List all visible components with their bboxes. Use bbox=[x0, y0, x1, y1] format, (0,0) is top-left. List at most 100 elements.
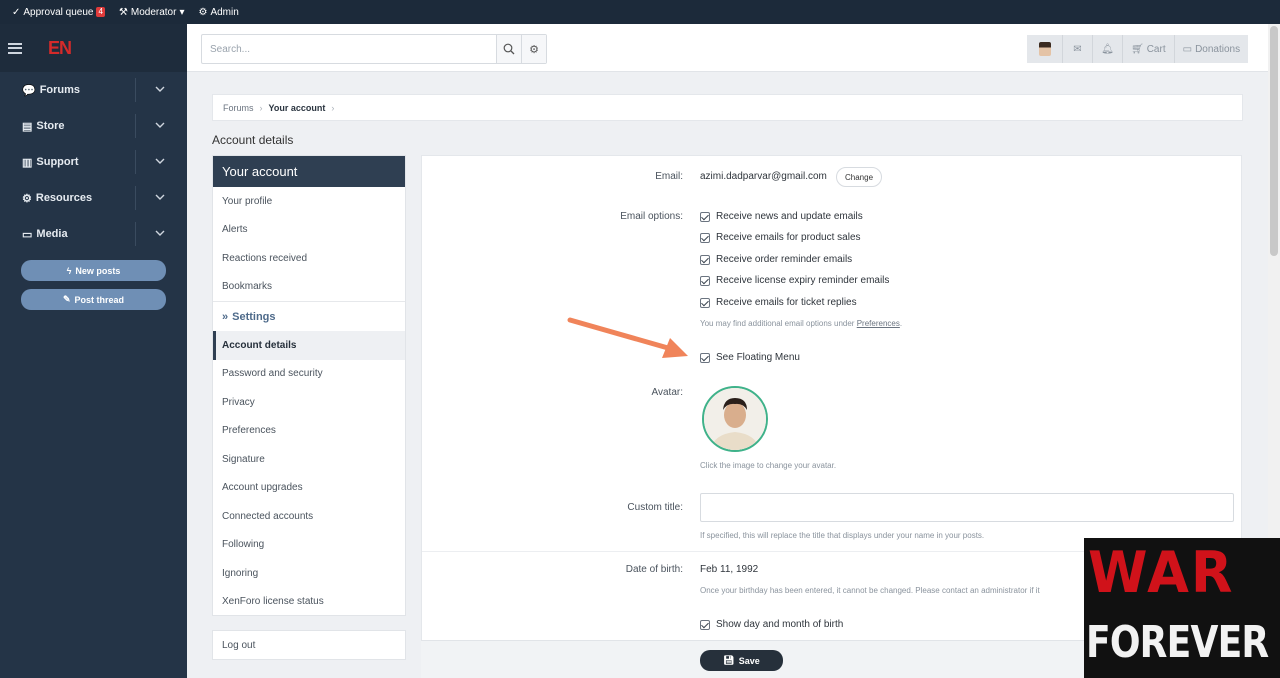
top-header: Search... ⚙ ✉ 🔔︎ 🛒︎ Cart ▭ Donations bbox=[187, 24, 1280, 72]
menu-item-privacy[interactable]: Privacy bbox=[213, 388, 405, 417]
post-thread-button[interactable]: ✎ Post thread bbox=[21, 289, 166, 310]
checkbox-label: Receive emails for product sales bbox=[716, 232, 861, 243]
gear-icon: ⚙ bbox=[529, 43, 539, 56]
search-button[interactable] bbox=[496, 35, 521, 63]
alerts-button[interactable]: 🔔︎ bbox=[1093, 35, 1123, 63]
menu-item-ignoring[interactable]: Ignoring bbox=[213, 559, 405, 588]
chevron-down-icon[interactable] bbox=[155, 228, 165, 238]
watermark-line1: WAR bbox=[1088, 539, 1235, 606]
cart-label: Cart bbox=[1146, 43, 1166, 55]
menu-item-your-profile[interactable]: Your profile bbox=[213, 187, 405, 216]
checkbox-checked-icon bbox=[700, 275, 710, 286]
menu-item-connected-accounts[interactable]: Connected accounts bbox=[213, 502, 405, 531]
bolt-icon: ϟ bbox=[66, 265, 72, 276]
support-icon: ▥ bbox=[22, 156, 33, 169]
cart-button[interactable]: 🛒︎ Cart bbox=[1123, 35, 1175, 63]
admin-label: Admin bbox=[210, 6, 239, 18]
menu-item-bookmarks[interactable]: Bookmarks bbox=[213, 273, 405, 302]
approval-queue-link[interactable]: ✓ Approval queue 4 bbox=[12, 7, 105, 18]
avatar-photo bbox=[704, 388, 766, 450]
new-posts-button[interactable]: ϟ New posts bbox=[21, 260, 166, 281]
checkbox-ticket-replies[interactable]: Receive emails for ticket replies bbox=[700, 297, 857, 308]
checkbox-floating-menu[interactable]: See Floating Menu bbox=[700, 352, 800, 363]
avatar bbox=[1038, 42, 1051, 56]
menu-item-license-status[interactable]: XenForo license status bbox=[213, 588, 405, 617]
chevron-down-icon[interactable] bbox=[155, 156, 165, 166]
gear-icon: ⚙ bbox=[22, 192, 32, 205]
checkbox-license-expiry[interactable]: Receive license expiry reminder emails bbox=[700, 275, 889, 286]
checkbox-label: Receive license expiry reminder emails bbox=[716, 275, 890, 286]
page-title: Account details bbox=[212, 133, 294, 147]
hammer-icon: ⚒ bbox=[118, 6, 128, 18]
checkbox-order-reminder[interactable]: Receive order reminder emails bbox=[700, 254, 852, 265]
menu-item-alerts[interactable]: Alerts bbox=[213, 216, 405, 245]
post-thread-label: Post thread bbox=[74, 294, 125, 305]
checkbox-checked-icon bbox=[700, 297, 710, 308]
change-email-button[interactable]: Change bbox=[836, 167, 883, 187]
credit-card-icon: ▭ bbox=[1182, 43, 1193, 55]
logout-link[interactable]: Log out bbox=[212, 630, 406, 660]
chevron-down-icon[interactable] bbox=[155, 192, 165, 202]
cart-icon: 🛒︎ bbox=[1131, 43, 1144, 55]
scrollbar-thumb[interactable] bbox=[1270, 26, 1278, 256]
menu-item-following[interactable]: Following bbox=[213, 531, 405, 560]
checkbox-show-dob[interactable]: Show day and month of birth bbox=[700, 619, 843, 630]
chevron-down-icon[interactable] bbox=[155, 84, 165, 94]
form-submit-bar: 💾︎ Save bbox=[421, 640, 1084, 678]
checkbox-checked-icon bbox=[700, 619, 710, 630]
hint-suffix: . bbox=[899, 319, 903, 328]
save-icon: 💾︎ bbox=[723, 655, 735, 665]
custom-title-input[interactable] bbox=[700, 493, 1234, 522]
moderator-menu[interactable]: ⚒ Moderator ▾ bbox=[119, 7, 185, 18]
breadcrumb-your-account[interactable]: Your account bbox=[269, 103, 326, 113]
chat-bubbles-icon: 💬 bbox=[22, 84, 36, 97]
custom-title-label: Custom title: bbox=[627, 502, 683, 513]
menu-item-signature[interactable]: Signature bbox=[213, 445, 405, 474]
sidebar-item-resources[interactable]: ⚙ Resources bbox=[0, 180, 187, 216]
avatar-hint: Click the image to change your avatar. bbox=[700, 461, 837, 470]
chevron-down-icon[interactable] bbox=[155, 120, 165, 130]
menu-item-account-upgrades[interactable]: Account upgrades bbox=[213, 474, 405, 503]
inbox-button[interactable]: ✉ bbox=[1063, 35, 1093, 63]
hamburger-menu-icon[interactable] bbox=[8, 42, 22, 54]
checkbox-label: Receive emails for ticket replies bbox=[716, 297, 857, 308]
admin-link[interactable]: ⚙ Admin bbox=[198, 7, 238, 18]
menu-item-reactions[interactable]: Reactions received bbox=[213, 244, 405, 273]
edit-icon: ✎ bbox=[62, 294, 71, 304]
avatar-label: Avatar: bbox=[651, 387, 684, 398]
save-button[interactable]: 💾︎ Save bbox=[700, 650, 783, 671]
account-avatar-button[interactable] bbox=[1027, 35, 1063, 63]
sidebar-item-store[interactable]: ▤ Store bbox=[0, 108, 187, 144]
menu-item-preferences[interactable]: Preferences bbox=[213, 417, 405, 446]
search-options-button[interactable]: ⚙ bbox=[521, 35, 546, 63]
email-value: azimi.dadparvar@gmail.com bbox=[700, 171, 827, 182]
email-options-label: Email options: bbox=[620, 211, 683, 222]
store-icon: ▤ bbox=[22, 120, 33, 133]
sidebar-nav: 💬 Forums ▤ Store ▥ Support ⚙ Resources ▭ Medi… bbox=[0, 72, 187, 252]
sidebar-item-label: Support bbox=[36, 156, 79, 168]
war-forever-watermark: WAR FOREVER bbox=[1084, 538, 1280, 678]
menu-item-account-details[interactable]: Account details bbox=[213, 331, 405, 360]
breadcrumb: Forums › Your account › bbox=[212, 94, 1243, 121]
sidebar-item-support[interactable]: ▥ Support bbox=[0, 144, 187, 180]
preferences-link[interactable]: Preferences bbox=[857, 319, 900, 328]
breadcrumb-forums[interactable]: Forums bbox=[223, 103, 254, 113]
sidebar-item-media[interactable]: ▭ Media bbox=[0, 216, 187, 252]
checkbox-label: See Floating Menu bbox=[716, 352, 800, 363]
search-input[interactable]: Search... bbox=[202, 35, 496, 63]
account-menu-header: Your account bbox=[213, 156, 405, 187]
checkbox-product-sales[interactable]: Receive emails for product sales bbox=[700, 232, 861, 243]
watermark-line2: FOREVER bbox=[1086, 617, 1269, 668]
sidebar-item-label: Resources bbox=[35, 192, 93, 204]
sidebar-item-forums[interactable]: 💬 Forums bbox=[0, 72, 187, 108]
user-nav: ✉ 🔔︎ 🛒︎ Cart ▭ Donations bbox=[1027, 35, 1249, 63]
donations-button[interactable]: ▭ Donations bbox=[1175, 35, 1248, 63]
menu-item-password-security[interactable]: Password and security bbox=[213, 360, 405, 389]
sidebar-item-label: Forums bbox=[39, 84, 81, 96]
checkbox-news-emails[interactable]: Receive news and update emails bbox=[700, 211, 863, 222]
site-logo[interactable]: EN bbox=[48, 38, 72, 59]
avatar[interactable] bbox=[702, 386, 768, 452]
new-posts-label: New posts bbox=[75, 265, 121, 276]
approval-queue-label: Approval queue bbox=[23, 6, 94, 18]
email-label: Email: bbox=[655, 171, 683, 182]
